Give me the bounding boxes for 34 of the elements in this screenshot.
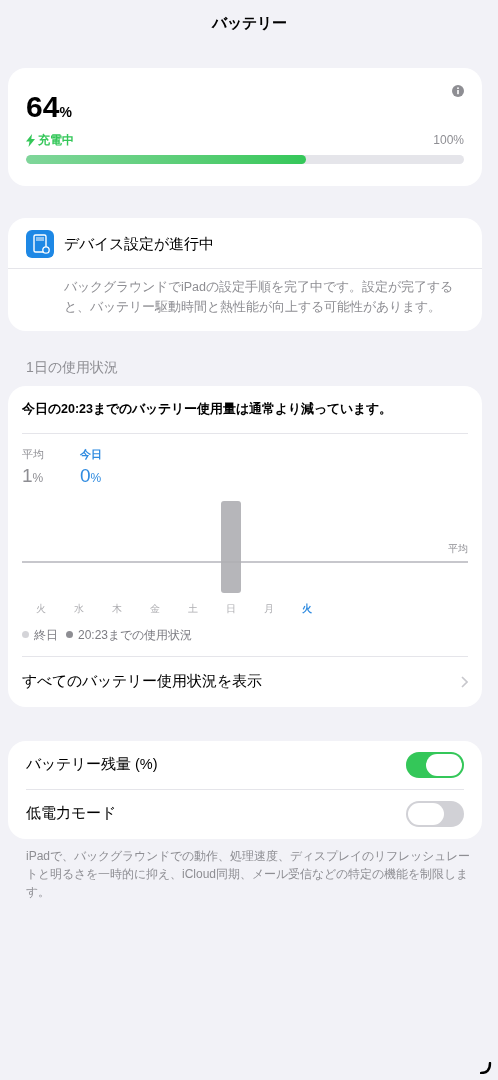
setup-title: デバイス設定が進行中 — [64, 233, 214, 254]
average-label: 平均 — [448, 541, 468, 556]
day-label: 火 — [301, 601, 313, 616]
chevron-icon — [461, 675, 468, 688]
footnote: iPadで、バックグラウンドでの動作、処理速度、ディスプレイのリフレッシュレートと明るさを一時的に抑え、iCloud同期、メール受信などの特定の機能を制限します。 — [25, 847, 472, 901]
day-label: 月 — [263, 601, 275, 616]
battery-percent: 64% — [26, 89, 72, 125]
toggle-switch[interactable] — [406, 801, 464, 827]
day-label: 金 — [149, 601, 161, 616]
setup-description: バックグラウンドでiPadの設定手順を完了中です。設定が完了すると、バッテリー駆動時間と熱性能が向上する可能性があります。 — [63, 279, 455, 316]
page-title: バッテリー — [210, 13, 288, 33]
day-label: 木 — [111, 601, 123, 616]
section-header: 1日の使用状況 — [25, 358, 119, 377]
max-label: 100% — [433, 132, 464, 149]
toggle-label: バッテリー残量 (%) — [26, 754, 158, 774]
stat-value: 1% — [22, 464, 44, 489]
usage-summary: 今日の20:23までのバッテリー使用量は通常より減っています。 — [22, 386, 468, 434]
toggle-switch[interactable] — [406, 751, 464, 778]
charging-status: 充電中 — [38, 132, 74, 149]
tablet-icon — [26, 230, 54, 258]
day-label: 日 — [225, 601, 237, 616]
day-label: 火 — [35, 601, 47, 616]
legend-label: 終日 — [34, 626, 58, 644]
stat-value: 0% — [80, 464, 102, 489]
resize-handle-icon[interactable] — [480, 1062, 492, 1074]
stat-label: 平均 — [22, 446, 44, 462]
info-icon[interactable] — [452, 85, 464, 97]
stat-label: 今日 — [80, 446, 102, 462]
lightning-icon — [26, 133, 35, 147]
legend-label: 20:23までの使用状況 — [78, 626, 193, 644]
show-all-usage-link[interactable]: すべてのバッテリー使用状況を表示 — [22, 656, 468, 707]
day-label: 土 — [187, 601, 199, 616]
toggle-label: 低電力モード — [26, 804, 116, 824]
day-label: 水 — [73, 601, 85, 616]
